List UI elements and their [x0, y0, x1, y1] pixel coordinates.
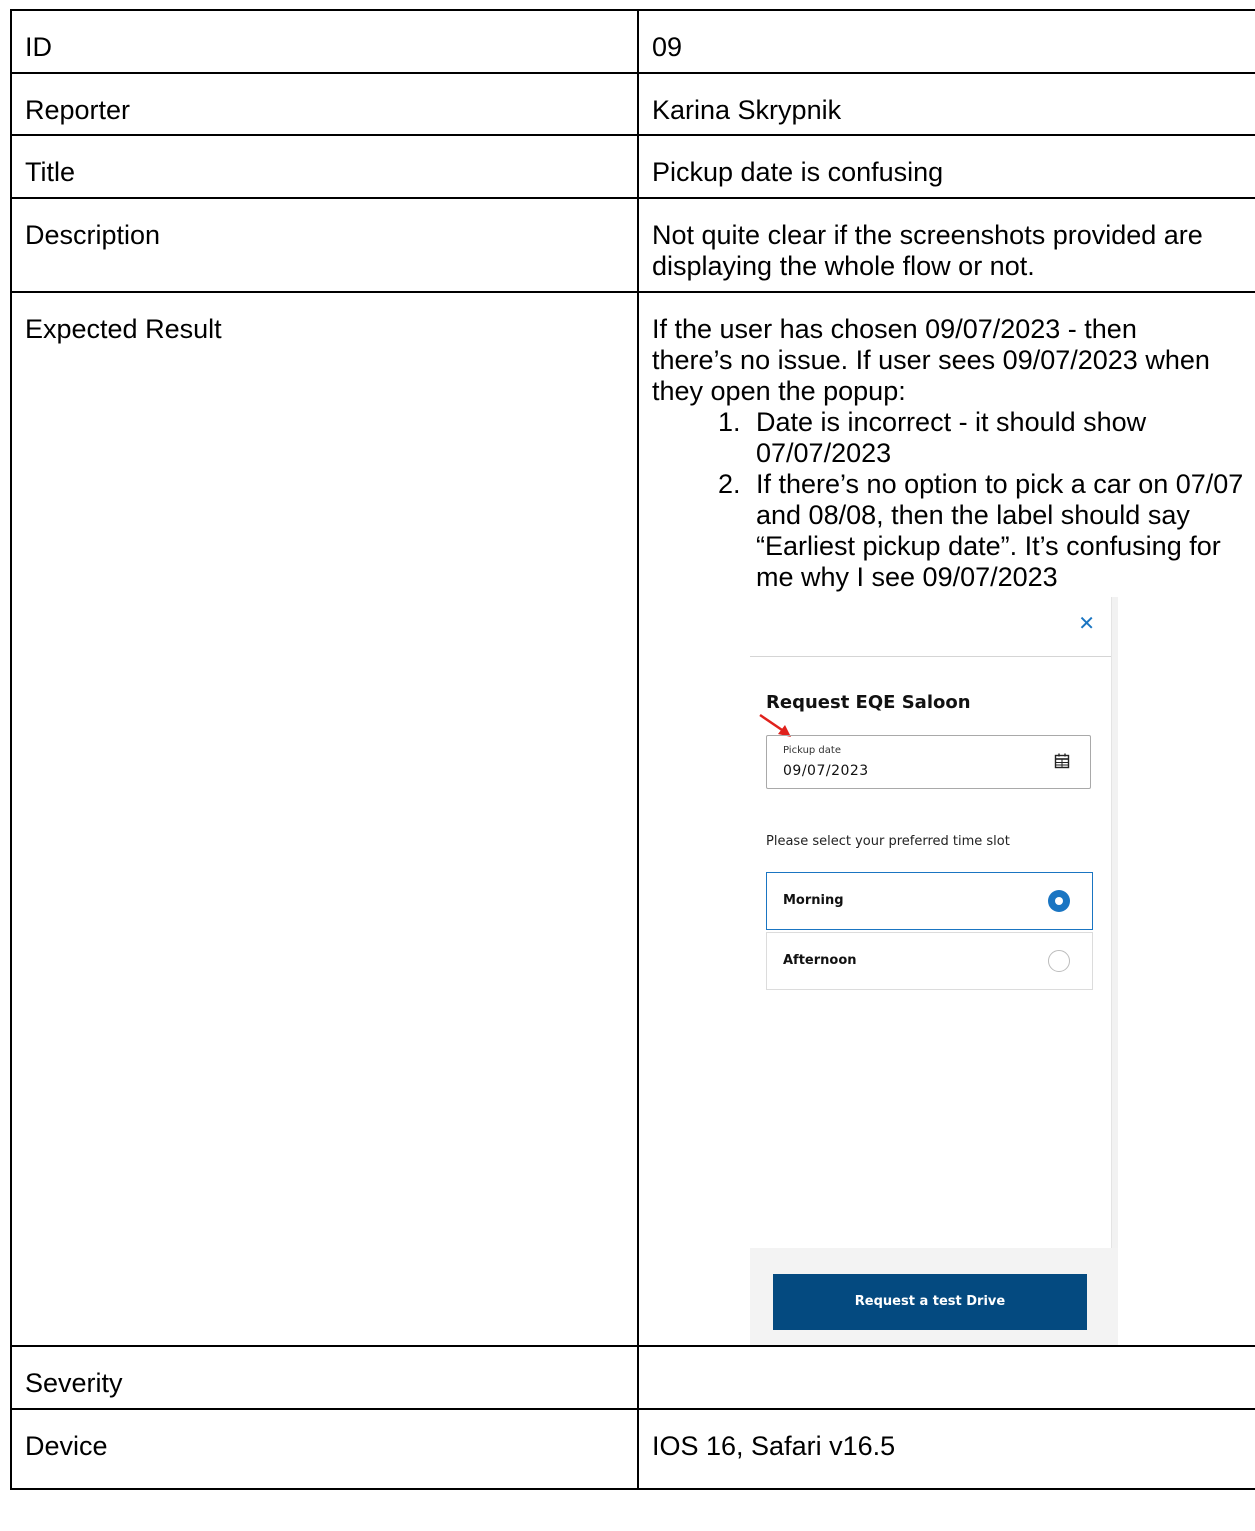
close-icon[interactable]: ✕ [1078, 613, 1095, 633]
label-id: ID [10, 9, 639, 74]
pickup-date-value: 09/07/2023 [783, 763, 869, 779]
scrollbar [1111, 597, 1118, 990]
label-severity: Severity [10, 1345, 639, 1410]
row-id: ID 09 [10, 9, 1255, 74]
value-description: Not quite clear if the screenshots provi… [637, 197, 1255, 293]
row-title: Title Pickup date is confusing [10, 134, 1255, 199]
expected-list: Date is incorrect - it should show 07/07… [652, 407, 1255, 593]
popup-heading: Request EQE Saloon [766, 692, 971, 713]
calendar-icon[interactable] [1054, 753, 1070, 769]
pickup-date-field[interactable]: Pickup date 09/07/2023 [766, 735, 1091, 789]
row-expected-result: Expected Result If the user has chosen 0… [10, 291, 1255, 1347]
slot-afternoon[interactable]: Afternoon [766, 932, 1093, 990]
list-item: Date is incorrect - it should show 07/07… [748, 407, 1255, 469]
row-description: Description Not quite clear if the scree… [10, 197, 1255, 293]
row-severity: Severity [10, 1345, 1255, 1410]
row-device: Device IOS 16, Safari v16.5 [10, 1408, 1255, 1490]
value-expected-result: If the user has chosen 09/07/2023 - then… [637, 291, 1255, 1347]
divider [750, 656, 1111, 657]
slot-morning[interactable]: Morning [766, 872, 1093, 930]
value-severity [637, 1345, 1255, 1410]
slot-label: Afternoon [783, 953, 857, 968]
label-reporter: Reporter [10, 72, 639, 136]
time-slot-prompt: Please select your preferred time slot [766, 834, 1010, 849]
popup-footer: Request a test Drive [750, 1248, 1118, 1345]
label-expected-result: Expected Result [10, 291, 639, 1347]
slot-label: Morning [783, 893, 844, 908]
label-device: Device [10, 1408, 639, 1490]
radio-unselected-icon[interactable] [1048, 950, 1070, 972]
row-reporter: Reporter Karina Skrypnik [10, 72, 1255, 136]
list-item: If there’s no option to pick a car on 07… [748, 469, 1255, 593]
bug-report-table: ID 09 Reporter Karina Skrypnik Title Pic… [10, 9, 1255, 1490]
label-title: Title [10, 134, 639, 199]
value-device: IOS 16, Safari v16.5 [637, 1408, 1255, 1490]
embedded-screenshot: ✕ Request EQE Saloon Pickup date 09/07/2… [750, 597, 1118, 990]
embedded-screenshot-footer: Request a test Drive [750, 990, 1118, 1345]
expected-intro: If the user has chosen 09/07/2023 - then… [652, 314, 1210, 406]
value-title: Pickup date is confusing [637, 134, 1255, 199]
radio-selected-icon[interactable] [1048, 890, 1070, 912]
value-reporter: Karina Skrypnik [637, 72, 1255, 136]
label-description: Description [10, 197, 639, 293]
value-id: 09 [637, 9, 1255, 74]
request-test-drive-button[interactable]: Request a test Drive [773, 1274, 1087, 1330]
pickup-date-label: Pickup date [783, 745, 841, 756]
